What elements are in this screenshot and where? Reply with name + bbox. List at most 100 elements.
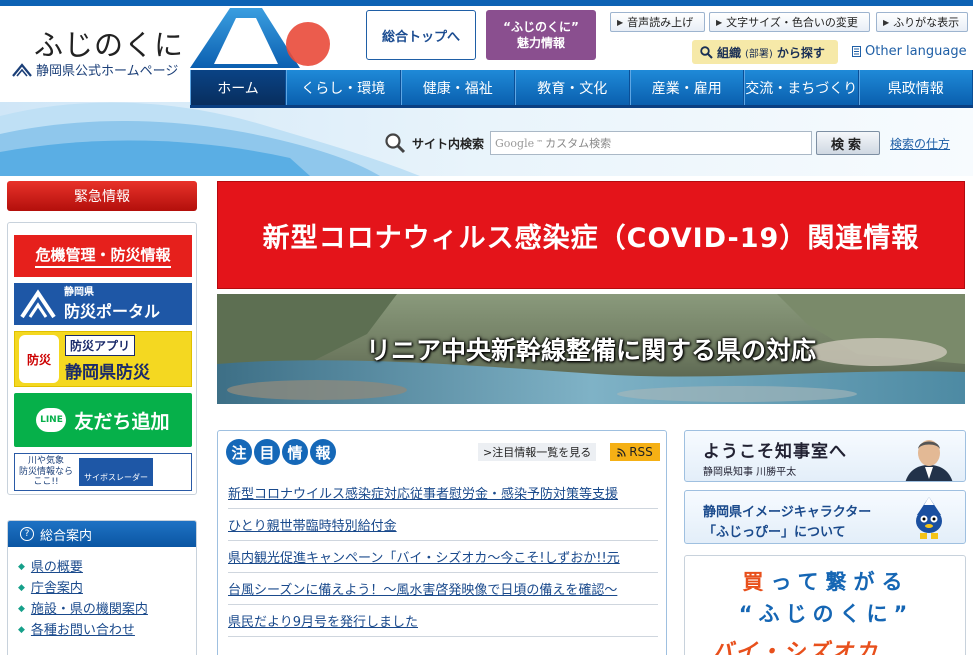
covid19-banner[interactable]: 新型コロナウィルス感染症（COVID-19）関連情報 [217, 181, 965, 289]
voice-readout-button[interactable]: ▶ 音声読み上げ [610, 12, 705, 32]
line-add-friend-banner[interactable]: LINE 友だち追加 [14, 393, 192, 447]
sabo-text-line2: 防災情報なら [19, 466, 74, 477]
nav-home[interactable]: ホーム [190, 70, 286, 105]
featured-news-box: 注 目 情 報 >注目情報一覧を見る RSS 新型コロナウイルス感染症対応従事者… [217, 430, 667, 655]
disaster-app-icon: 防災 [19, 335, 59, 383]
nav-prefectural-info[interactable]: 県政情報 [858, 70, 973, 105]
guide-item-label: 施設・県の機関案内 [30, 602, 148, 617]
rss-label: RSS [629, 445, 653, 459]
search-input[interactable]: Google ™ カスタム検索 [490, 131, 813, 155]
sabo-radar-badge: サイボスレーダー [79, 458, 154, 486]
linear-shinkansen-banner[interactable]: リニア中央新幹線整備に関する県の対応 [217, 294, 965, 404]
magnifier-icon [700, 45, 713, 59]
disaster-app-name: 静岡県防災 [65, 363, 150, 383]
bullet-icon: ◆ [18, 625, 25, 635]
guide-item-contact[interactable]: ◆ 各種お問い合わせ [18, 620, 196, 641]
featured-news-list: 新型コロナウイルス感染症対応従事者慰労金・感染予防対策等支援 ひとり親世帯臨時特… [228, 477, 658, 637]
search-label: サイト内検索 [412, 136, 485, 151]
buy-line2: “ふじのくに” [738, 602, 914, 626]
other-language-label: Other language [865, 44, 967, 59]
news-item[interactable]: 台風シーズンに備えよう！〜風水害啓発映像で日頃の備えを確認〜 [228, 573, 658, 605]
news-item[interactable]: ひとり親世帯臨時特別給付金 [228, 509, 658, 541]
buy-shizuoka-banner[interactable]: 買って繋がる “ふじのくに” バイ・シズオカ [684, 555, 966, 655]
site-logo-title[interactable]: ふじのくに [34, 22, 184, 64]
bullet-icon: ◆ [18, 604, 25, 614]
bullet-icon: ◆ [18, 583, 25, 593]
site-logo-subtitle[interactable]: 静岡県公式ホームページ [12, 60, 178, 79]
guide-item-office[interactable]: ◆ 庁舎案内 [18, 578, 196, 599]
fujinokuni-appeal-button[interactable]: “ふじのくに” 魅力情報 [486, 10, 596, 60]
google-tm: ™ [536, 139, 544, 147]
guide-item-label: 庁舎案内 [30, 581, 83, 596]
buy-line1-rest: って繋がる [770, 570, 910, 594]
bullet-icon: ◆ [18, 562, 25, 572]
nav-exchange-town[interactable]: 交流・まちづくり [744, 70, 859, 105]
rss-icon [617, 447, 626, 457]
governor-name: 静岡県知事 川勝平太 [703, 467, 797, 478]
buy-line3: バイ・シズオカ [711, 640, 880, 655]
nav-education-culture[interactable]: 教育・文化 [515, 70, 630, 105]
news-item[interactable]: 県内観光促進キャンペーン「バイ・シズオカ〜今こそ!しずおか!!元 [228, 541, 658, 573]
general-top-button[interactable]: 総合トップへ [366, 10, 476, 60]
line-icon: LINE [36, 408, 67, 432]
nav-health-welfare[interactable]: 健康・福祉 [400, 70, 515, 105]
featured-news-all-link[interactable]: >注目情報一覧を見る [478, 443, 597, 461]
mascot-banner-line2: 「ふじっぴー」について [703, 525, 846, 540]
logo-subtitle-text: 静岡県公式ホームページ [36, 64, 179, 79]
appeal-button-line2: 魅力情報 [516, 36, 565, 50]
featured-news-title: 注 目 情 報 [226, 439, 336, 465]
soshiki-main: 組織 [717, 45, 742, 60]
governor-office-banner[interactable]: ようこそ知事室へ 静岡県知事 川勝平太 [684, 430, 966, 482]
mountain-logo-icon [20, 289, 56, 319]
sabo-text: 川や気象 防災情報なら ここ!! [19, 456, 73, 488]
furigana-button[interactable]: ▶ ふりがな表示 [876, 12, 968, 32]
search-help-link[interactable]: 検索の仕方 [890, 135, 950, 152]
general-guide-box: ? 総合案内 ◆ 県の概要 ◆ 庁舎案内 ◆ 施設・県の機関案内 ◆ 各種お問い合わせ [7, 520, 197, 655]
voice-readout-label: 音声読み上げ [627, 16, 694, 29]
governor-office-title: ようこそ知事室へ [703, 442, 847, 462]
portal-prefix: 静岡県 [64, 286, 94, 298]
sabo-text-line1: 川や気象 [28, 455, 65, 466]
guide-item-label: 各種お問い合わせ [30, 623, 135, 638]
guide-item-label: 県の概要 [30, 560, 83, 575]
fujippy-mascot-icon [916, 497, 942, 539]
news-item[interactable]: 県民だより9月号を発行しました [228, 605, 658, 637]
site-search: サイト内検索 Google ™ カスタム検索 検索 検索の仕方 [384, 130, 950, 156]
triangle-right-icon: ▶ [617, 17, 624, 27]
mascot-character-banner[interactable]: 静岡県イメージキャラクター 「ふじっぴー」について [684, 490, 966, 544]
furigana-label: ふりがな表示 [893, 16, 960, 29]
news-title-char: 注 [226, 439, 252, 465]
news-title-char: 情 [282, 439, 308, 465]
guide-item-facilities[interactable]: ◆ 施設・県の機関案内 [18, 599, 196, 620]
triangle-right-icon: ▶ [883, 17, 890, 27]
linear-banner-text: リニア中央新幹線整備に関する県の対応 [365, 336, 816, 365]
portal-title: 防災ポータル [64, 301, 161, 321]
crisis-management-label: 危機管理・防災情報 [35, 244, 171, 268]
search-icon [385, 133, 406, 154]
document-icon [852, 46, 861, 57]
global-navigation: ホーム くらし・環境 健康・福祉 教育・文化 産業・雇用 交流・まちづくり 県政… [190, 70, 973, 108]
text-size-color-label: 文字サイズ・色合いの変更 [726, 16, 858, 29]
search-by-organization-button[interactable]: 組織 (部署) から探す [692, 40, 838, 64]
general-guide-title: 総合案内 [40, 528, 93, 544]
disaster-portal-banner[interactable]: 静岡県 防災ポータル [14, 283, 192, 325]
rss-button[interactable]: RSS [610, 443, 660, 461]
buy-first-char: 買 [742, 570, 771, 594]
text-size-color-button[interactable]: ▶ 文字サイズ・色合いの変更 [709, 12, 870, 32]
crisis-management-banner[interactable]: 危機管理・防災情報 [14, 235, 192, 277]
nav-living-environment[interactable]: くらし・環境 [286, 70, 401, 105]
search-button[interactable]: 検索 [816, 131, 881, 155]
appeal-button-line1: “ふじのくに” [503, 19, 579, 34]
site-header: ふじのくに 静岡県公式ホームページ 総合トップへ “ふじのくに” 魅力情報 ▶ 音… [0, 6, 973, 176]
sabo-radar-banner[interactable]: 川や気象 防災情報なら ここ!! サイボスレーダー [14, 453, 192, 491]
line-add-friend-label: 友だち追加 [74, 410, 170, 433]
nav-industry-employment[interactable]: 産業・雇用 [629, 70, 744, 105]
question-circle-icon: ? [20, 527, 34, 541]
search-placeholder: カスタム検索 [545, 137, 612, 150]
emergency-info-button[interactable]: 緊急情報 [7, 181, 197, 211]
guide-item-overview[interactable]: ◆ 県の概要 [18, 557, 196, 578]
news-item[interactable]: 新型コロナウイルス感染症対応従事者慰労金・感染予防対策等支援 [228, 477, 658, 509]
disaster-app-banner[interactable]: 防災 防災アプリ 静岡県防災 [14, 331, 192, 387]
other-language-link[interactable]: Other language [852, 44, 967, 59]
mascot-banner-line1: 静岡県イメージキャラクター [703, 505, 872, 520]
